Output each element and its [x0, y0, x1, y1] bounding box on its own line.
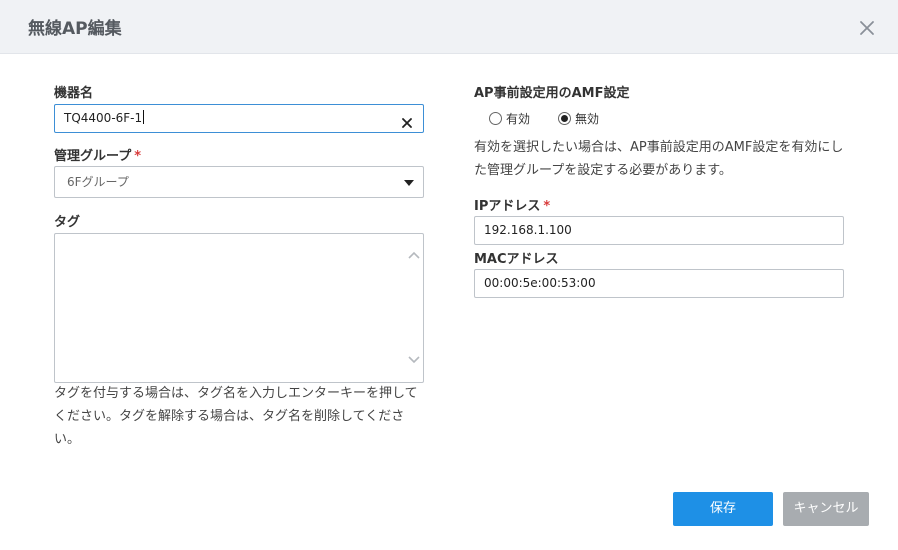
- group-selected-value: 6Fグループ: [67, 175, 129, 189]
- group-label-text: 管理グループ: [54, 149, 132, 164]
- text-caret: [143, 110, 145, 124]
- clear-icon: [402, 118, 412, 128]
- device-name-value: TQ4400-6F-1: [64, 111, 143, 125]
- mac-label: MACアドレス: [474, 248, 559, 267]
- device-name-label: 機器名: [54, 82, 93, 101]
- device-name-label-text: 機器名: [54, 86, 94, 101]
- group-label: 管理グループ *: [54, 145, 141, 164]
- group-select[interactable]: 6Fグループ: [54, 166, 424, 198]
- mac-address-value: 00:00:5e:00:53:00: [484, 276, 596, 290]
- scroll-down-icon[interactable]: [407, 355, 421, 365]
- required-mark: *: [134, 149, 142, 164]
- amf-radio-disabled-label: 無効: [575, 112, 600, 126]
- device-name-input[interactable]: TQ4400-6F-1: [54, 104, 424, 133]
- radio-unchecked-icon: [489, 112, 502, 125]
- clear-device-name-button[interactable]: [401, 112, 413, 128]
- tags-label: タグ: [54, 211, 80, 230]
- close-icon: [860, 21, 874, 35]
- ip-address-input[interactable]: 192.168.1.100: [474, 216, 844, 245]
- tags-help-text: タグを付与する場合は、タグ名を入力しエンターキーを押してください。タグを解除する…: [54, 386, 418, 447]
- caret-down-icon: [404, 180, 414, 186]
- ip-label-text: IPアドレス: [474, 199, 541, 214]
- cancel-button[interactable]: キャンセル: [783, 492, 869, 526]
- mac-label-text: MACアドレス: [474, 252, 559, 267]
- amf-label-text: AP事前設定用のAMF設定: [474, 86, 630, 101]
- mac-address-input[interactable]: 00:00:5e:00:53:00: [474, 269, 844, 298]
- edit-ap-dialog: 無線AP編集 機器名 TQ4400-6F-1 管理グループ * 6Fグループ タグ: [0, 0, 898, 550]
- close-button[interactable]: [856, 17, 878, 39]
- radio-checked-icon: [558, 112, 571, 125]
- tags-textarea[interactable]: [54, 233, 424, 383]
- ip-label: IPアドレス *: [474, 195, 550, 214]
- dialog-title: 無線AP編集: [28, 19, 122, 39]
- scroll-up-icon[interactable]: [407, 250, 421, 260]
- save-button[interactable]: 保存: [673, 492, 773, 526]
- amf-label: AP事前設定用のAMF設定: [474, 82, 629, 101]
- ip-address-value: 192.168.1.100: [484, 223, 572, 237]
- dialog-header: 無線AP編集: [0, 0, 898, 54]
- amf-radio-enabled-label: 有効: [506, 112, 531, 126]
- required-mark: *: [543, 199, 551, 214]
- amf-help-text: 有効を選択したい場合は、AP事前設定用のAMF設定を有効にした管理グループを設定…: [474, 140, 844, 178]
- tags-label-text: タグ: [54, 215, 81, 230]
